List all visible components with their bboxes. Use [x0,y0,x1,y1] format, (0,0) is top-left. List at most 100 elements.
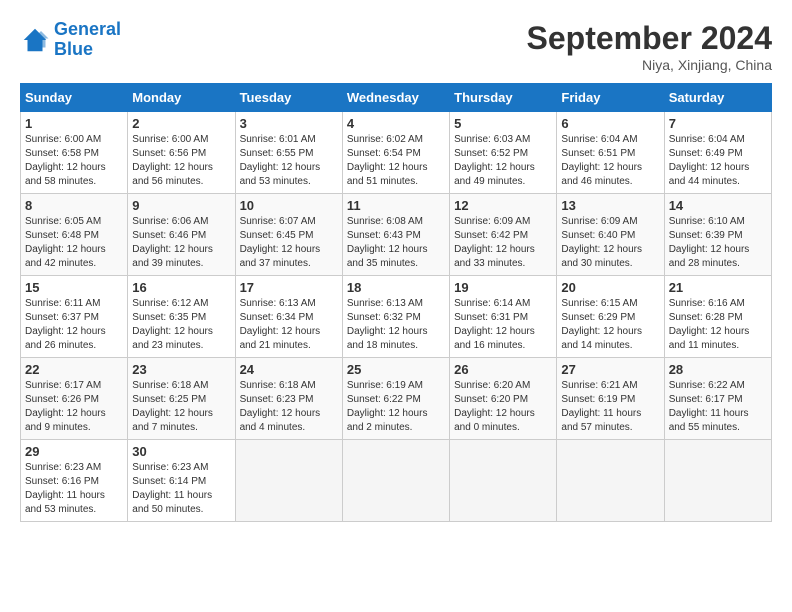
calendar-cell: 12 Sunrise: 6:09 AM Sunset: 6:42 PM Dayl… [450,194,557,276]
day-info: Sunrise: 6:09 AM Sunset: 6:40 PM Dayligh… [561,215,659,271]
day-number: 27 [561,362,659,377]
day-info: Sunrise: 6:14 AM Sunset: 6:31 PM Dayligh… [454,297,552,353]
calendar-cell: 6 Sunrise: 6:04 AM Sunset: 6:51 PM Dayli… [557,112,664,194]
day-number: 6 [561,116,659,131]
day-number: 16 [132,280,230,295]
day-header-saturday: Saturday [664,84,771,112]
day-info: Sunrise: 6:21 AM Sunset: 6:19 PM Dayligh… [561,379,659,435]
calendar-cell: 10 Sunrise: 6:07 AM Sunset: 6:45 PM Dayl… [235,194,342,276]
day-number: 30 [132,444,230,459]
day-number: 24 [240,362,338,377]
day-info: Sunrise: 6:01 AM Sunset: 6:55 PM Dayligh… [240,133,338,189]
day-number: 19 [454,280,552,295]
day-number: 17 [240,280,338,295]
day-number: 3 [240,116,338,131]
calendar-cell [664,440,771,522]
day-header-sunday: Sunday [21,84,128,112]
calendar-cell: 8 Sunrise: 6:05 AM Sunset: 6:48 PM Dayli… [21,194,128,276]
day-info: Sunrise: 6:17 AM Sunset: 6:26 PM Dayligh… [25,379,123,435]
day-header-friday: Friday [557,84,664,112]
day-info: Sunrise: 6:18 AM Sunset: 6:23 PM Dayligh… [240,379,338,435]
day-number: 28 [669,362,767,377]
day-number: 5 [454,116,552,131]
day-number: 2 [132,116,230,131]
day-info: Sunrise: 6:15 AM Sunset: 6:29 PM Dayligh… [561,297,659,353]
day-info: Sunrise: 6:22 AM Sunset: 6:17 PM Dayligh… [669,379,767,435]
calendar-cell: 16 Sunrise: 6:12 AM Sunset: 6:35 PM Dayl… [128,276,235,358]
day-info: Sunrise: 6:13 AM Sunset: 6:32 PM Dayligh… [347,297,445,353]
day-number: 26 [454,362,552,377]
calendar-cell: 15 Sunrise: 6:11 AM Sunset: 6:37 PM Dayl… [21,276,128,358]
day-number: 10 [240,198,338,213]
day-info: Sunrise: 6:04 AM Sunset: 6:51 PM Dayligh… [561,133,659,189]
day-info: Sunrise: 6:07 AM Sunset: 6:45 PM Dayligh… [240,215,338,271]
day-number: 18 [347,280,445,295]
day-info: Sunrise: 6:16 AM Sunset: 6:28 PM Dayligh… [669,297,767,353]
month-title: September 2024 [527,20,772,57]
calendar-cell: 13 Sunrise: 6:09 AM Sunset: 6:40 PM Dayl… [557,194,664,276]
day-header-tuesday: Tuesday [235,84,342,112]
day-info: Sunrise: 6:04 AM Sunset: 6:49 PM Dayligh… [669,133,767,189]
day-info: Sunrise: 6:05 AM Sunset: 6:48 PM Dayligh… [25,215,123,271]
page-header: General Blue September 2024 Niya, Xinjia… [20,20,772,73]
calendar-cell: 4 Sunrise: 6:02 AM Sunset: 6:54 PM Dayli… [342,112,449,194]
day-info: Sunrise: 6:23 AM Sunset: 6:14 PM Dayligh… [132,461,230,517]
title-block: September 2024 Niya, Xinjiang, China [527,20,772,73]
calendar-cell: 14 Sunrise: 6:10 AM Sunset: 6:39 PM Dayl… [664,194,771,276]
calendar-cell: 18 Sunrise: 6:13 AM Sunset: 6:32 PM Dayl… [342,276,449,358]
calendar-cell: 23 Sunrise: 6:18 AM Sunset: 6:25 PM Dayl… [128,358,235,440]
calendar-cell: 25 Sunrise: 6:19 AM Sunset: 6:22 PM Dayl… [342,358,449,440]
day-header-thursday: Thursday [450,84,557,112]
calendar-body: 1 Sunrise: 6:00 AM Sunset: 6:58 PM Dayli… [21,112,772,522]
calendar-week-4: 22 Sunrise: 6:17 AM Sunset: 6:26 PM Dayl… [21,358,772,440]
day-number: 11 [347,198,445,213]
calendar-cell: 27 Sunrise: 6:21 AM Sunset: 6:19 PM Dayl… [557,358,664,440]
calendar-cell: 7 Sunrise: 6:04 AM Sunset: 6:49 PM Dayli… [664,112,771,194]
calendar-week-5: 29 Sunrise: 6:23 AM Sunset: 6:16 PM Dayl… [21,440,772,522]
calendar-cell: 26 Sunrise: 6:20 AM Sunset: 6:20 PM Dayl… [450,358,557,440]
calendar-cell: 22 Sunrise: 6:17 AM Sunset: 6:26 PM Dayl… [21,358,128,440]
calendar-cell: 17 Sunrise: 6:13 AM Sunset: 6:34 PM Dayl… [235,276,342,358]
calendar-table: SundayMondayTuesdayWednesdayThursdayFrid… [20,83,772,522]
calendar-cell: 3 Sunrise: 6:01 AM Sunset: 6:55 PM Dayli… [235,112,342,194]
calendar-cell: 20 Sunrise: 6:15 AM Sunset: 6:29 PM Dayl… [557,276,664,358]
day-number: 8 [25,198,123,213]
day-info: Sunrise: 6:20 AM Sunset: 6:20 PM Dayligh… [454,379,552,435]
calendar-cell: 2 Sunrise: 6:00 AM Sunset: 6:56 PM Dayli… [128,112,235,194]
day-info: Sunrise: 6:18 AM Sunset: 6:25 PM Dayligh… [132,379,230,435]
calendar-cell: 1 Sunrise: 6:00 AM Sunset: 6:58 PM Dayli… [21,112,128,194]
day-number: 13 [561,198,659,213]
day-info: Sunrise: 6:19 AM Sunset: 6:22 PM Dayligh… [347,379,445,435]
calendar-header-row: SundayMondayTuesdayWednesdayThursdayFrid… [21,84,772,112]
calendar-cell: 24 Sunrise: 6:18 AM Sunset: 6:23 PM Dayl… [235,358,342,440]
day-number: 15 [25,280,123,295]
calendar-week-3: 15 Sunrise: 6:11 AM Sunset: 6:37 PM Dayl… [21,276,772,358]
day-number: 25 [347,362,445,377]
day-number: 1 [25,116,123,131]
calendar-cell: 19 Sunrise: 6:14 AM Sunset: 6:31 PM Dayl… [450,276,557,358]
calendar-week-1: 1 Sunrise: 6:00 AM Sunset: 6:58 PM Dayli… [21,112,772,194]
day-number: 20 [561,280,659,295]
calendar-cell [235,440,342,522]
calendar-week-2: 8 Sunrise: 6:05 AM Sunset: 6:48 PM Dayli… [21,194,772,276]
day-header-monday: Monday [128,84,235,112]
day-info: Sunrise: 6:23 AM Sunset: 6:16 PM Dayligh… [25,461,123,517]
day-info: Sunrise: 6:00 AM Sunset: 6:56 PM Dayligh… [132,133,230,189]
calendar-cell: 5 Sunrise: 6:03 AM Sunset: 6:52 PM Dayli… [450,112,557,194]
calendar-cell [557,440,664,522]
logo: General Blue [20,20,121,60]
day-number: 21 [669,280,767,295]
logo-icon [20,25,50,55]
calendar-cell: 29 Sunrise: 6:23 AM Sunset: 6:16 PM Dayl… [21,440,128,522]
calendar-cell: 28 Sunrise: 6:22 AM Sunset: 6:17 PM Dayl… [664,358,771,440]
day-info: Sunrise: 6:02 AM Sunset: 6:54 PM Dayligh… [347,133,445,189]
day-number: 22 [25,362,123,377]
calendar-cell: 30 Sunrise: 6:23 AM Sunset: 6:14 PM Dayl… [128,440,235,522]
day-info: Sunrise: 6:12 AM Sunset: 6:35 PM Dayligh… [132,297,230,353]
day-header-wednesday: Wednesday [342,84,449,112]
calendar-cell: 9 Sunrise: 6:06 AM Sunset: 6:46 PM Dayli… [128,194,235,276]
day-info: Sunrise: 6:06 AM Sunset: 6:46 PM Dayligh… [132,215,230,271]
day-number: 14 [669,198,767,213]
location: Niya, Xinjiang, China [527,57,772,73]
day-number: 12 [454,198,552,213]
